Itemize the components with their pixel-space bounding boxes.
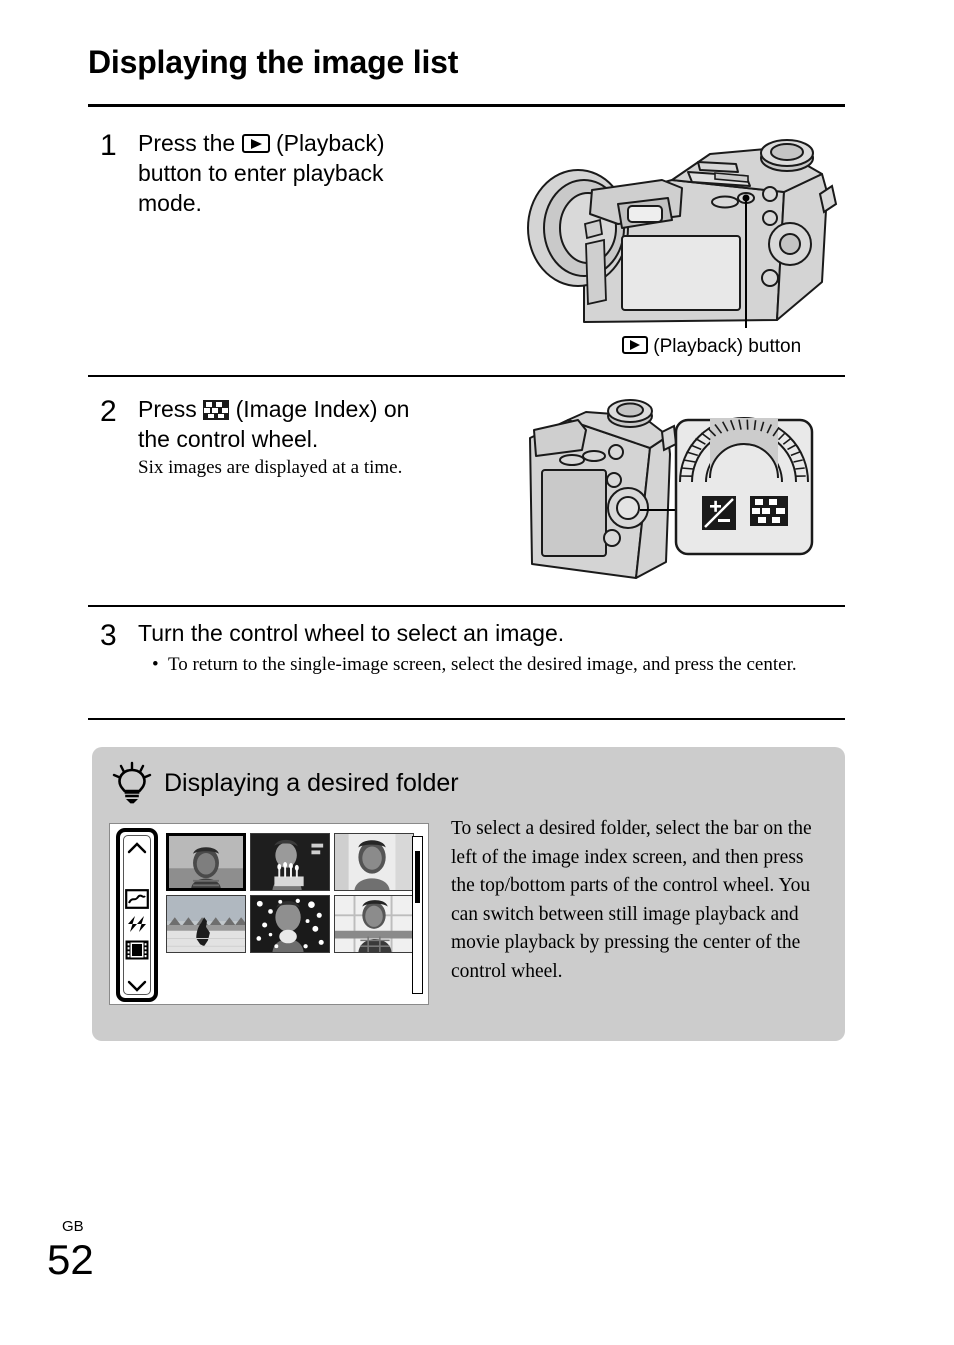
- scrollbar-thumb[interactable]: [415, 851, 420, 903]
- thumbnail-1[interactable]: [166, 833, 246, 891]
- folder-bar[interactable]: [116, 828, 158, 1002]
- thumbnail-3[interactable]: [334, 833, 414, 891]
- step-1-number: 1: [100, 129, 117, 162]
- step-2-divider: [88, 605, 845, 607]
- step-1-text-part-1: Press the: [138, 130, 236, 156]
- playback-button-caption: (Playback) button: [622, 336, 801, 358]
- thumbnail-5[interactable]: [250, 895, 330, 953]
- bullet-dot-icon: •: [152, 654, 159, 675]
- footer-region-label: GB: [62, 1218, 84, 1235]
- step-2-text: Press (Image Index) on the control wheel…: [138, 394, 488, 454]
- page-title: Displaying the image list: [88, 44, 459, 80]
- step-1-line-2: button to enter playback: [138, 160, 384, 186]
- step-2-subtext: Six images are displayed at a time.: [138, 457, 403, 478]
- step-3-divider: [88, 718, 845, 720]
- exposure-compensation-icon: [702, 496, 736, 530]
- camera-illustration-step-1: [527, 139, 838, 328]
- switch-playback-icon[interactable]: [126, 915, 148, 933]
- playback-button-caption-text: (Playback) button: [653, 336, 802, 357]
- playback-icon: [622, 336, 648, 354]
- movie-film-icon[interactable]: [125, 940, 149, 960]
- tip-body-text: To select a desired folder, select the b…: [451, 818, 812, 982]
- step-2-number: 2: [100, 395, 117, 428]
- step-3-bullet: • To return to the single-image screen, …: [152, 652, 844, 678]
- step-1-divider: [88, 375, 845, 377]
- vertical-scrollbar[interactable]: [412, 836, 423, 994]
- step-2-text-part-1: Press: [138, 396, 197, 422]
- image-index-icon: [750, 496, 788, 526]
- manual-page: Displaying the image list 1 Press the (P…: [0, 0, 954, 1345]
- thumbnail-grid: [166, 833, 414, 997]
- tip-box: Displaying a desired folder To select a …: [92, 747, 845, 1041]
- chevron-down-icon[interactable]: [127, 980, 147, 992]
- step-1-text-part-2: (Playback): [275, 130, 385, 156]
- step-1-line-3: mode.: [138, 190, 202, 216]
- thumbnail-6[interactable]: [334, 895, 414, 953]
- thumbnail-2[interactable]: [250, 833, 330, 891]
- camera-illustration-step-2: [529, 399, 814, 579]
- step-2-text-part-2: (Image Index) on: [235, 396, 410, 422]
- step-2-line-2: the control wheel.: [138, 426, 319, 452]
- tip-heading: Displaying a desired folder: [164, 769, 459, 797]
- thumbnail-4[interactable]: [166, 895, 246, 953]
- playback-icon: [241, 134, 270, 153]
- image-index-screen-mock: [109, 823, 429, 1005]
- chevron-up-icon[interactable]: [127, 842, 147, 854]
- still-image-icon[interactable]: [125, 889, 149, 909]
- footer-page-number: 52: [47, 1236, 94, 1283]
- title-divider: [88, 104, 845, 107]
- step-3-heading: Turn the control wheel to select an imag…: [138, 620, 565, 646]
- step-1-text: Press the (Playback) button to enter pla…: [138, 128, 468, 218]
- image-index-icon: [203, 400, 230, 420]
- step-3-bullet-text: To return to the single-image screen, se…: [168, 654, 797, 675]
- step-3-number: 3: [100, 619, 117, 652]
- light-bulb-icon: [112, 761, 152, 804]
